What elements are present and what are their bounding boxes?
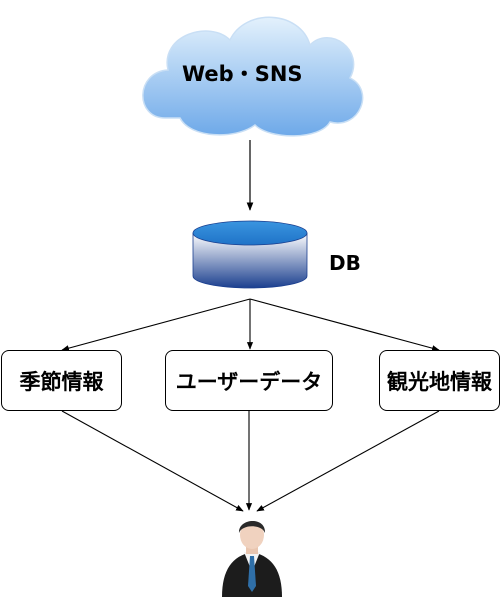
arrow-seasonal-to-person bbox=[61, 410, 244, 512]
cloud-label: Web・SNS bbox=[182, 62, 303, 86]
businessman-icon bbox=[222, 520, 282, 597]
tourism-info-box: 観光地情報 bbox=[379, 350, 500, 411]
user-data-box: ユーザーデータ bbox=[165, 350, 333, 411]
database-label: DB bbox=[329, 251, 361, 275]
arrow-tourism-to-person bbox=[256, 410, 440, 512]
diagram-canvas bbox=[61, 16, 440, 597]
arrow-db-to-tourism bbox=[249, 298, 440, 352]
arrow-db-to-seasonal bbox=[61, 298, 251, 352]
seasonal-info-box: 季節情報 bbox=[1, 350, 122, 411]
database-cylinder bbox=[192, 220, 308, 289]
